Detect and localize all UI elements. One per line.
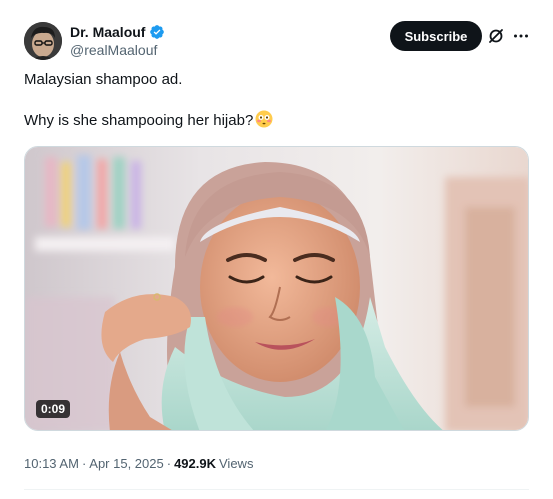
tweet-text-line2: Why is she shampooing her hijab?: [24, 110, 524, 131]
video-thumbnail: [25, 147, 528, 430]
subscribe-button[interactable]: Subscribe: [390, 21, 482, 51]
tweet-text-line1: Malaysian shampoo ad.: [24, 71, 183, 88]
meta-separator-2: ·: [166, 456, 172, 471]
name-row: Dr. Maalouf: [70, 22, 165, 41]
tweet-meta: 10:13 AM · Apr 15, 2025 · 492.9K Views: [24, 456, 253, 471]
avatar-image: [24, 22, 62, 60]
meta-separator: ·: [81, 456, 87, 471]
display-name[interactable]: Dr. Maalouf: [70, 24, 145, 40]
tweet-text-question: Why is she shampooing her hijab?: [24, 112, 254, 129]
flushed-face-emoji-icon: [255, 110, 273, 128]
views-count: 492.9K: [174, 456, 216, 471]
tweet-card: Dr. Maalouf @realMaalouf Subscribe Malay…: [0, 0, 553, 499]
more-icon[interactable]: [512, 27, 530, 45]
avatar[interactable]: [24, 22, 62, 60]
views-label: Views: [219, 456, 254, 471]
video-player[interactable]: [24, 146, 529, 431]
tweet-text: Malaysian shampoo ad. Why is she shampoo…: [24, 70, 524, 131]
tweet-date[interactable]: Apr 15, 2025: [89, 456, 163, 471]
author-handle[interactable]: @realMaalouf: [70, 42, 165, 58]
author-info: Dr. Maalouf @realMaalouf: [70, 22, 165, 58]
grok-icon[interactable]: [487, 27, 505, 45]
divider: [24, 489, 529, 490]
verified-badge-icon: [149, 24, 165, 40]
tweet-time[interactable]: 10:13 AM: [24, 456, 79, 471]
video-duration-badge: 0:09: [36, 400, 71, 418]
